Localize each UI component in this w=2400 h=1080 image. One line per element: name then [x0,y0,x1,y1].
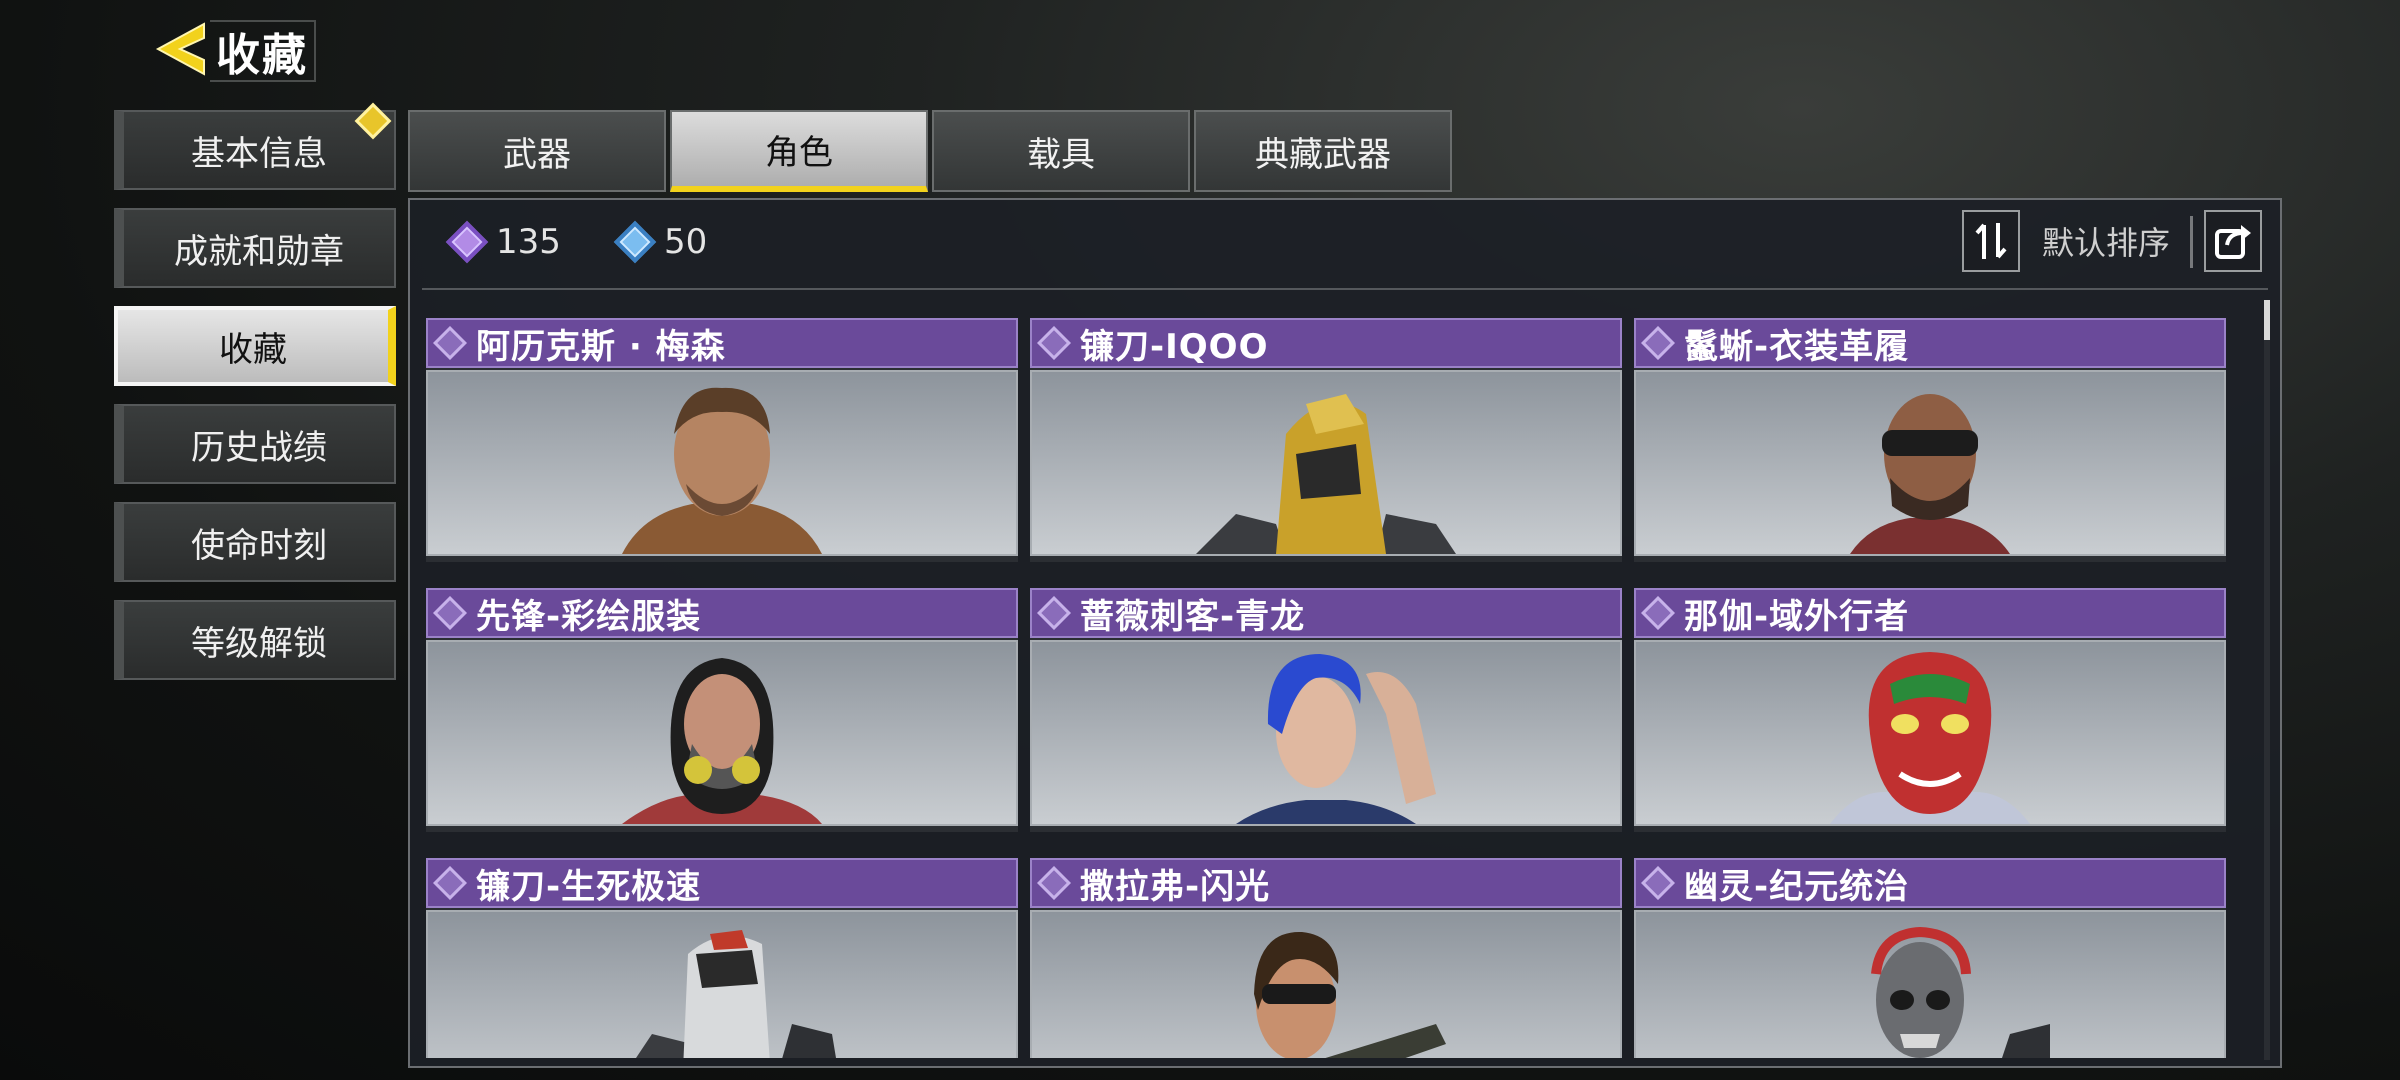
tab-label: 武器 [503,134,571,175]
sort-order-button[interactable] [1962,210,2020,272]
rarity-gem-icon [433,596,467,630]
character-card[interactable]: 蔷薇刺客-青龙 [1030,588,1622,832]
character-portrait [1236,654,1436,824]
character-portrait [1850,394,2010,554]
rarity-gem-icon [1641,326,1675,360]
page-title: 收藏 [216,30,308,81]
scrollbar-thumb[interactable] [2264,300,2270,340]
header-divider [422,288,2268,290]
tab-label: 载具 [1027,134,1095,175]
card-portrait-area [426,910,1018,1058]
card-header: 镰刀-生死极速 [426,858,1018,908]
card-portrait-area [1634,910,2226,1058]
character-card[interactable]: 镰刀-IQOO [1030,318,1622,562]
sort-label[interactable]: 默认排序 [2042,218,2170,264]
character-card[interactable]: 阿历克斯 · 梅森 [426,318,1018,562]
card-header: 镰刀-IQOO [1030,318,1622,368]
tab-vehicles[interactable]: 载具 [932,110,1190,192]
sidebar-item-label: 使命时刻 [191,525,327,566]
sort-arrows-icon [1975,223,2007,259]
currency-value: 135 [496,222,561,262]
sidebar-item-history[interactable]: 历史战绩 [114,404,396,484]
character-portrait [1196,394,1456,554]
card-title: 鬣蜥-衣装革履 [1684,326,1910,367]
card-portrait-area [426,640,1018,826]
currency-blue: 50 [613,220,708,264]
sidebar-item-label: 等级解锁 [191,623,327,664]
card-header: 阿历克斯 · 梅森 [426,318,1018,368]
card-title: 阿历克斯 · 梅森 [476,326,726,367]
purple-gem-icon [445,220,489,264]
back-button[interactable] [150,18,212,80]
character-card[interactable]: 撒拉弗-闪光 [1030,858,1622,1058]
currency-purple: 135 [445,220,561,264]
collection-panel: 135 50 默认排序 阿历克斯 · 梅森 镰刀-IQOO 鬣蜥-衣装革履 先锋… [408,198,2282,1068]
sidebar-item-label: 历史战绩 [191,427,327,468]
tab-legendary-weapons[interactable]: 典藏武器 [1194,110,1452,192]
character-portrait [622,658,822,824]
card-portrait-area [1030,370,1622,556]
share-icon [2215,225,2251,259]
card-header: 先锋-彩绘服装 [426,588,1018,638]
rarity-gem-icon [1641,866,1675,900]
character-card[interactable]: 镰刀-生死极速 [426,858,1018,1058]
card-portrait-area [426,370,1018,556]
blue-gem-icon [613,220,657,264]
card-header: 那伽-域外行者 [1634,588,2226,638]
rarity-gem-icon [1037,326,1071,360]
character-card[interactable]: 幽灵-纪元统治 [1634,858,2226,1058]
character-card[interactable]: 先锋-彩绘服装 [426,588,1018,832]
tab-label: 角色 [765,132,833,173]
sidebar-item-label: 基本信息 [191,133,327,174]
card-header: 蔷薇刺客-青龙 [1030,588,1622,638]
character-card[interactable]: 鬣蜥-衣装革履 [1634,318,2226,562]
sidebar-item-collection[interactable]: 收藏 [114,306,396,386]
character-portrait [1830,652,2030,824]
card-header: 幽灵-纪元统治 [1634,858,2226,908]
tab-characters[interactable]: 角色 [670,110,928,192]
divider [2190,216,2193,268]
character-portrait [1871,926,2050,1058]
sidebar-item-label: 收藏 [219,329,287,370]
rarity-gem-icon [1037,866,1071,900]
card-portrait-area [1634,640,2226,826]
card-header: 撒拉弗-闪光 [1030,858,1622,908]
sidebar-item-achievements[interactable]: 成就和勋章 [114,208,396,288]
card-portrait-area [1030,910,1622,1058]
card-title: 那伽-域外行者 [1684,596,1910,637]
sidebar-item-basic-info[interactable]: 基本信息 [114,102,396,190]
card-portrait-area [1030,640,1622,826]
card-title: 撒拉弗-闪光 [1080,866,1271,907]
card-title: 幽灵-纪元统治 [1684,866,1910,907]
currency-value: 50 [664,222,708,262]
rarity-gem-icon [433,326,467,360]
character-portrait [636,930,836,1058]
card-title: 镰刀-IQOO [1080,326,1269,367]
sidebar-item-label: 成就和勋章 [174,231,344,272]
character-card[interactable]: 那伽-域外行者 [1634,588,2226,832]
character-portrait [622,387,822,554]
card-title: 蔷薇刺客-青龙 [1080,596,1306,637]
notification-diamond-icon [354,102,392,140]
scrollbar[interactable] [2264,300,2270,1060]
rarity-gem-icon [1641,596,1675,630]
tab-weapons[interactable]: 武器 [408,110,666,192]
rarity-gem-icon [433,866,467,900]
character-portrait [1254,931,1446,1058]
page-title-box: 收藏 [210,20,316,82]
card-portrait-area [1634,370,2226,556]
character-grid: 阿历克斯 · 梅森 镰刀-IQOO 鬣蜥-衣装革履 先锋-彩绘服装 蔷薇刺客-青… [426,318,2226,1058]
tab-label: 典藏武器 [1255,134,1391,175]
card-title: 先锋-彩绘服装 [476,596,702,637]
share-button[interactable] [2204,210,2262,272]
card-title: 镰刀-生死极速 [476,866,702,907]
back-arrow-icon [155,22,205,76]
sidebar-item-level-unlock[interactable]: 等级解锁 [114,600,396,680]
sidebar-item-mission-moments[interactable]: 使命时刻 [114,502,396,582]
rarity-gem-icon [1037,596,1071,630]
card-header: 鬣蜥-衣装革履 [1634,318,2226,368]
panel-header: 135 50 默认排序 [410,200,2280,292]
